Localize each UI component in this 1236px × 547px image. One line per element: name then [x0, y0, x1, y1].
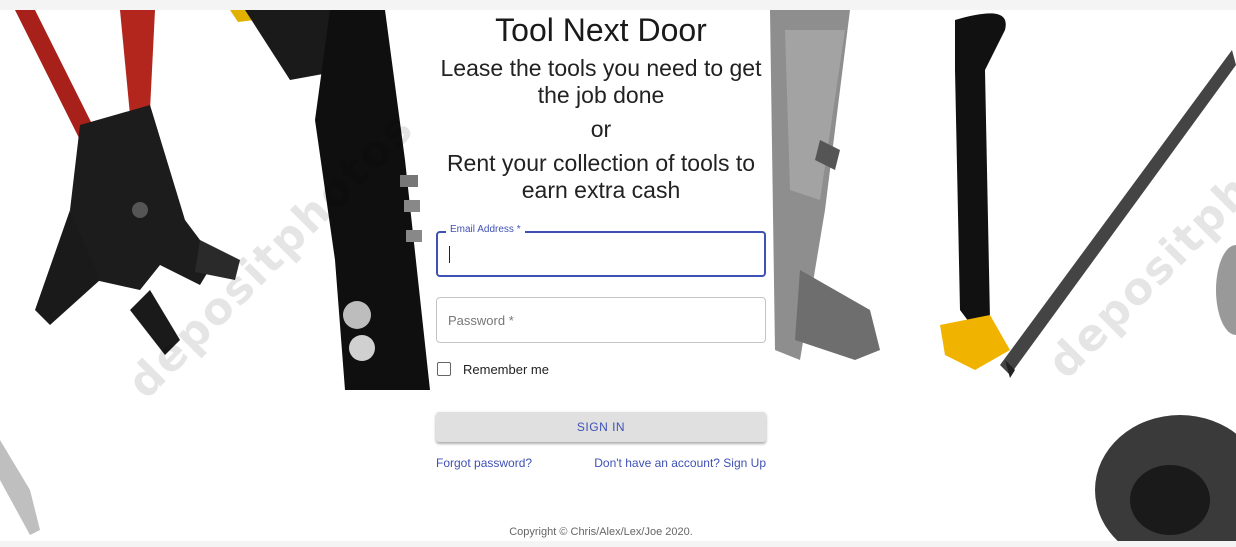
copyright-text: Copyright © Chris/Alex/Lex/Joe 2020. [509, 526, 693, 538]
caliper-icon [770, 10, 880, 360]
email-field[interactable]: Email Address * [436, 224, 766, 277]
login-page: depositphotos depositphotos Tool Next Do… [0, 10, 1236, 541]
scissors-icon [0, 440, 40, 535]
password-placeholder: Password * [448, 313, 514, 328]
forgot-password-link[interactable]: Forgot password? [436, 456, 532, 470]
remember-me-row[interactable]: Remember me [437, 360, 549, 378]
remember-me-checkbox[interactable] [437, 362, 451, 376]
password-field[interactable]: Password * [436, 297, 766, 343]
sign-up-link[interactable]: Don't have an account? Sign Up [594, 456, 766, 470]
tagline-or: or [590, 116, 612, 142]
email-input[interactable] [448, 233, 752, 277]
tagline-lease: Lease the tools you need to get the job … [440, 55, 762, 108]
remember-me-label: Remember me [463, 361, 549, 377]
tagline-rent: Rent your collection of tools to earn ex… [446, 150, 756, 203]
page-title: Tool Next Door [495, 12, 707, 48]
sign-in-button[interactable]: SIGN IN [436, 412, 766, 442]
text-cursor [449, 246, 450, 263]
